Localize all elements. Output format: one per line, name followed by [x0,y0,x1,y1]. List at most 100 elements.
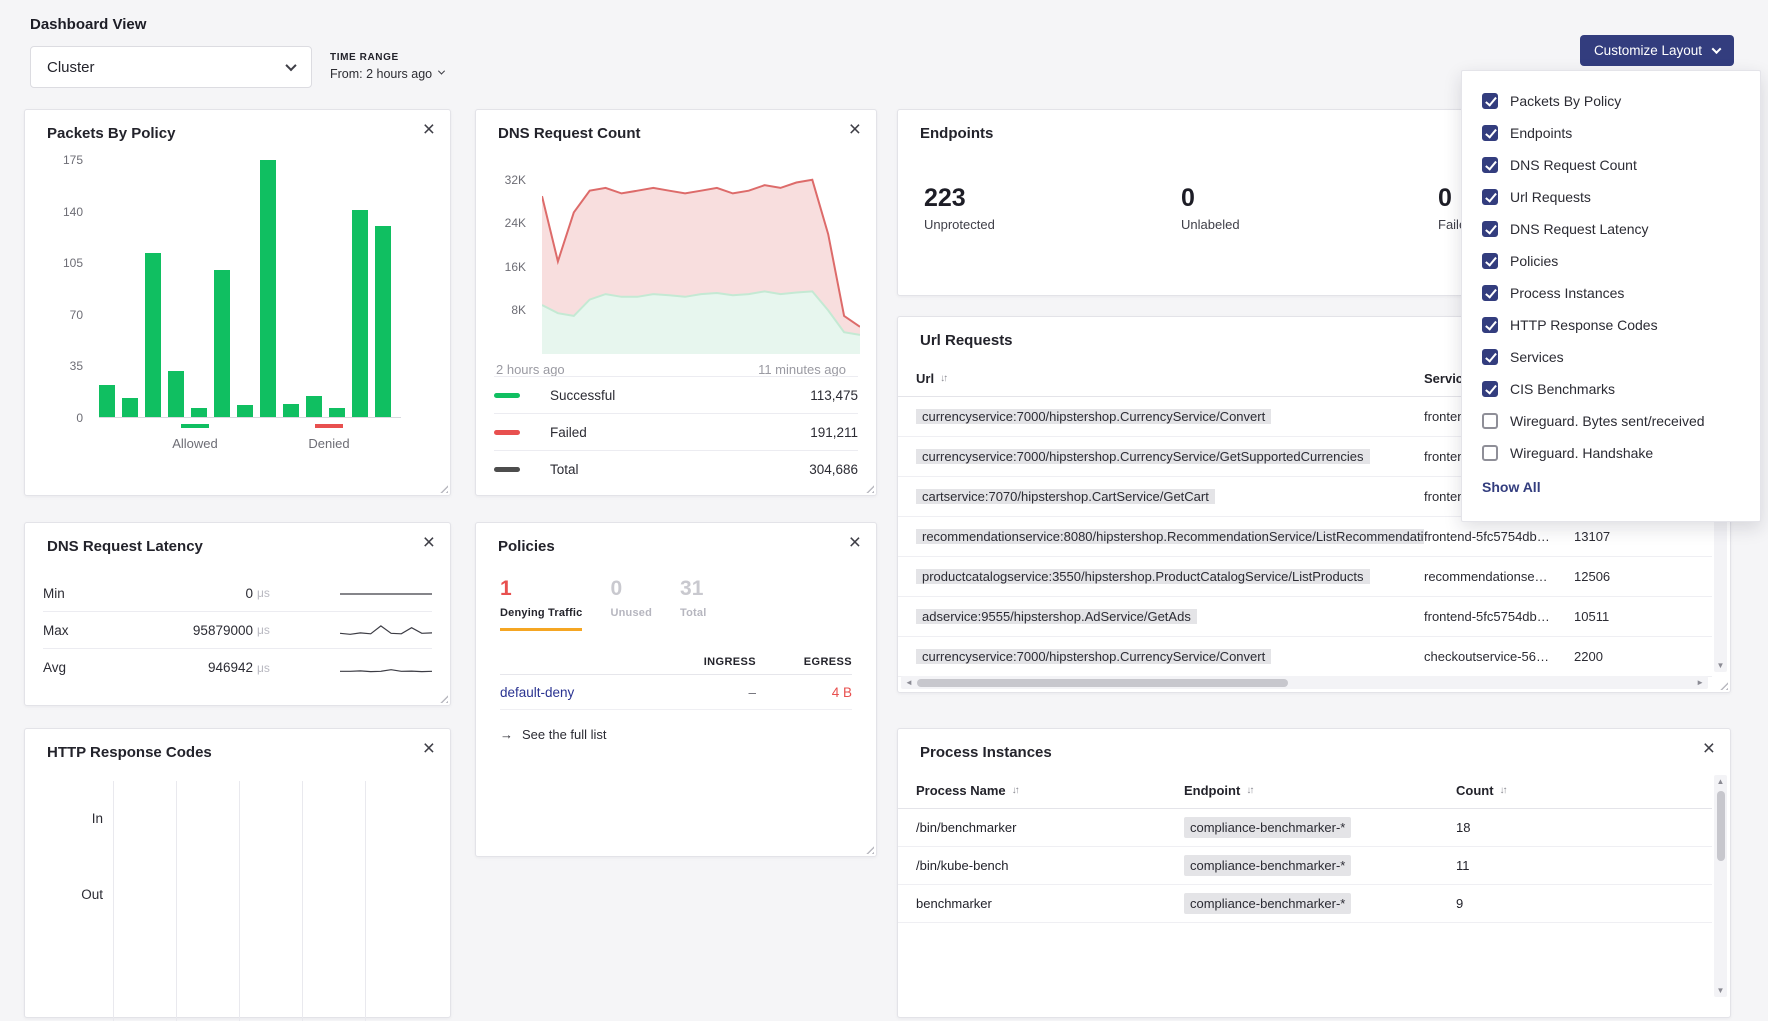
checkbox[interactable] [1482,317,1498,333]
url-request-row[interactable]: adservice:9555/hipstershop.AdService/Get… [898,597,1712,637]
customize-menu-item[interactable]: Packets By Policy [1482,85,1740,117]
vertical-scrollbar[interactable]: ▲ ▼ [1714,775,1727,997]
endpoint-stat: 223 Unprotected [924,184,1181,232]
latency-sparkline [340,659,432,677]
policies-card: Policies × 1 Denying Traffic 0 Unused 31… [475,522,877,857]
checkbox[interactable] [1482,445,1498,461]
scroll-right-icon[interactable]: ► [1696,678,1704,687]
customize-menu-item[interactable]: Url Requests [1482,181,1740,213]
legend-label: Failed [550,425,587,440]
process-name-column-header[interactable]: Process Name ↓↑ [916,783,1184,798]
see-full-list-link[interactable]: →See the full list [500,727,607,742]
endpoint-cell: compliance-benchmarker-* [1184,858,1456,873]
view-selector[interactable]: Cluster [30,46,312,88]
unused-tab[interactable]: 0 Unused [610,577,652,631]
resize-handle[interactable] [863,843,874,854]
chevron-down-icon [438,68,445,75]
latency-stat-label: Max [43,623,113,638]
customize-menu-item-label: Policies [1510,253,1558,269]
stat-value: 223 [924,184,1181,213]
close-icon[interactable]: × [849,532,861,553]
url-column-header[interactable]: Url ↓↑ [916,371,1424,386]
customize-menu-item-label: DNS Request Latency [1510,221,1649,237]
scroll-left-icon[interactable]: ◄ [905,678,913,687]
customize-menu-item[interactable]: HTTP Response Codes [1482,309,1740,341]
checkbox[interactable] [1482,413,1498,429]
sort-icon: ↓↑ [1246,785,1252,796]
policy-name-link[interactable]: default-deny [500,685,664,700]
process-instance-row[interactable]: benchmarker compliance-benchmarker-* 9 [898,885,1712,923]
process-instance-row[interactable]: /bin/kube-bench compliance-benchmarker-*… [898,847,1712,885]
x-axis-labels: 2 hours ago 11 minutes ago [496,362,846,377]
http-codes-grid [113,781,424,1021]
close-icon[interactable]: × [423,119,435,140]
legend-value: 304,686 [809,462,858,477]
latency-rows: Min 0 μs Max 95879000 μs Avg 946942 μs [43,575,432,686]
customize-layout-menu: Packets By Policy Endpoints DNS Request … [1461,70,1761,522]
denying-traffic-tab[interactable]: 1 Denying Traffic [500,577,582,631]
checkbox[interactable] [1482,285,1498,301]
customize-menu-item[interactable]: Wireguard. Handshake [1482,437,1740,469]
checkbox[interactable] [1482,189,1498,205]
customize-menu-item[interactable]: DNS Request Count [1482,149,1740,181]
time-range-value[interactable]: From: 2 hours ago [330,67,444,81]
resize-handle[interactable] [863,482,874,493]
customize-menu-item[interactable]: Process Instances [1482,277,1740,309]
close-icon[interactable]: × [1703,738,1715,759]
checkbox[interactable] [1482,157,1498,173]
url-request-row[interactable]: recommendationservice:8080/hipstershop.R… [898,517,1712,557]
horizontal-scrollbar[interactable]: ◄ ► [901,676,1708,689]
close-icon[interactable]: × [423,532,435,553]
scrollbar-thumb[interactable] [1717,791,1725,861]
endpoint-cell: compliance-benchmarker-* [1184,896,1456,911]
show-all-link[interactable]: Show All [1482,479,1541,495]
count-column-header[interactable]: Count ↓↑ [1456,783,1576,798]
service-cell: frontend-5fc5754db… [1424,609,1574,624]
resize-handle[interactable] [1717,679,1728,690]
endpoint-column-header[interactable]: Endpoint ↓↑ [1184,783,1456,798]
process-instance-row[interactable]: /bin/benchmarker compliance-benchmarker-… [898,809,1712,847]
close-icon[interactable]: × [849,119,861,140]
process-name-cell: /bin/kube-bench [916,858,1184,873]
scroll-down-icon[interactable]: ▼ [1714,661,1727,670]
url-request-row[interactable]: productcatalogservice:3550/hipstershop.P… [898,557,1712,597]
checkbox[interactable] [1482,93,1498,109]
checkbox[interactable] [1482,381,1498,397]
url-request-row[interactable]: currencyservice:7000/hipstershop.Currenc… [898,637,1712,677]
customize-menu-item[interactable]: CIS Benchmarks [1482,373,1740,405]
checkbox[interactable] [1482,221,1498,237]
resize-handle[interactable] [437,692,448,703]
checkbox[interactable] [1482,253,1498,269]
allowed-group: Allowed [160,424,230,453]
checkbox[interactable] [1482,125,1498,141]
menu-items: Packets By Policy Endpoints DNS Request … [1482,85,1740,469]
total-tab[interactable]: 31 Total [680,577,706,631]
customize-menu-item[interactable]: Wireguard. Bytes sent/received [1482,405,1740,437]
denied-marker [315,424,343,428]
latency-row: Min 0 μs [43,575,432,612]
legend-row: Successful 113,475 [494,376,858,413]
customize-menu-item[interactable]: Policies [1482,245,1740,277]
endpoint-column-label: Endpoint [1184,783,1240,798]
scroll-down-icon[interactable]: ▼ [1714,986,1727,995]
customize-menu-item-label: CIS Benchmarks [1510,381,1615,397]
close-icon[interactable]: × [423,738,435,759]
customize-menu-item[interactable]: Services [1482,341,1740,373]
customize-menu-item[interactable]: DNS Request Latency [1482,213,1740,245]
process-name-cell: /bin/benchmarker [916,820,1184,835]
scrollbar-thumb[interactable] [917,679,1288,687]
latency-row: Avg 946942 μs [43,649,432,686]
scroll-up-icon[interactable]: ▲ [1714,777,1727,786]
checkbox[interactable] [1482,349,1498,365]
stat-value: 0 [1181,184,1438,213]
bar [99,385,115,417]
customize-menu-item[interactable]: Endpoints [1482,117,1740,149]
service-cell: frontend-5fc5754db… [1424,529,1574,544]
bar [145,253,161,417]
view-selector-value: Cluster [47,59,95,76]
time-range-from: From: 2 hours ago [330,67,432,81]
customize-layout-button[interactable]: Customize Layout [1580,35,1734,66]
resize-handle[interactable] [437,482,448,493]
out-row-label: Out [53,887,103,902]
latency-value: 946942 [113,660,253,675]
